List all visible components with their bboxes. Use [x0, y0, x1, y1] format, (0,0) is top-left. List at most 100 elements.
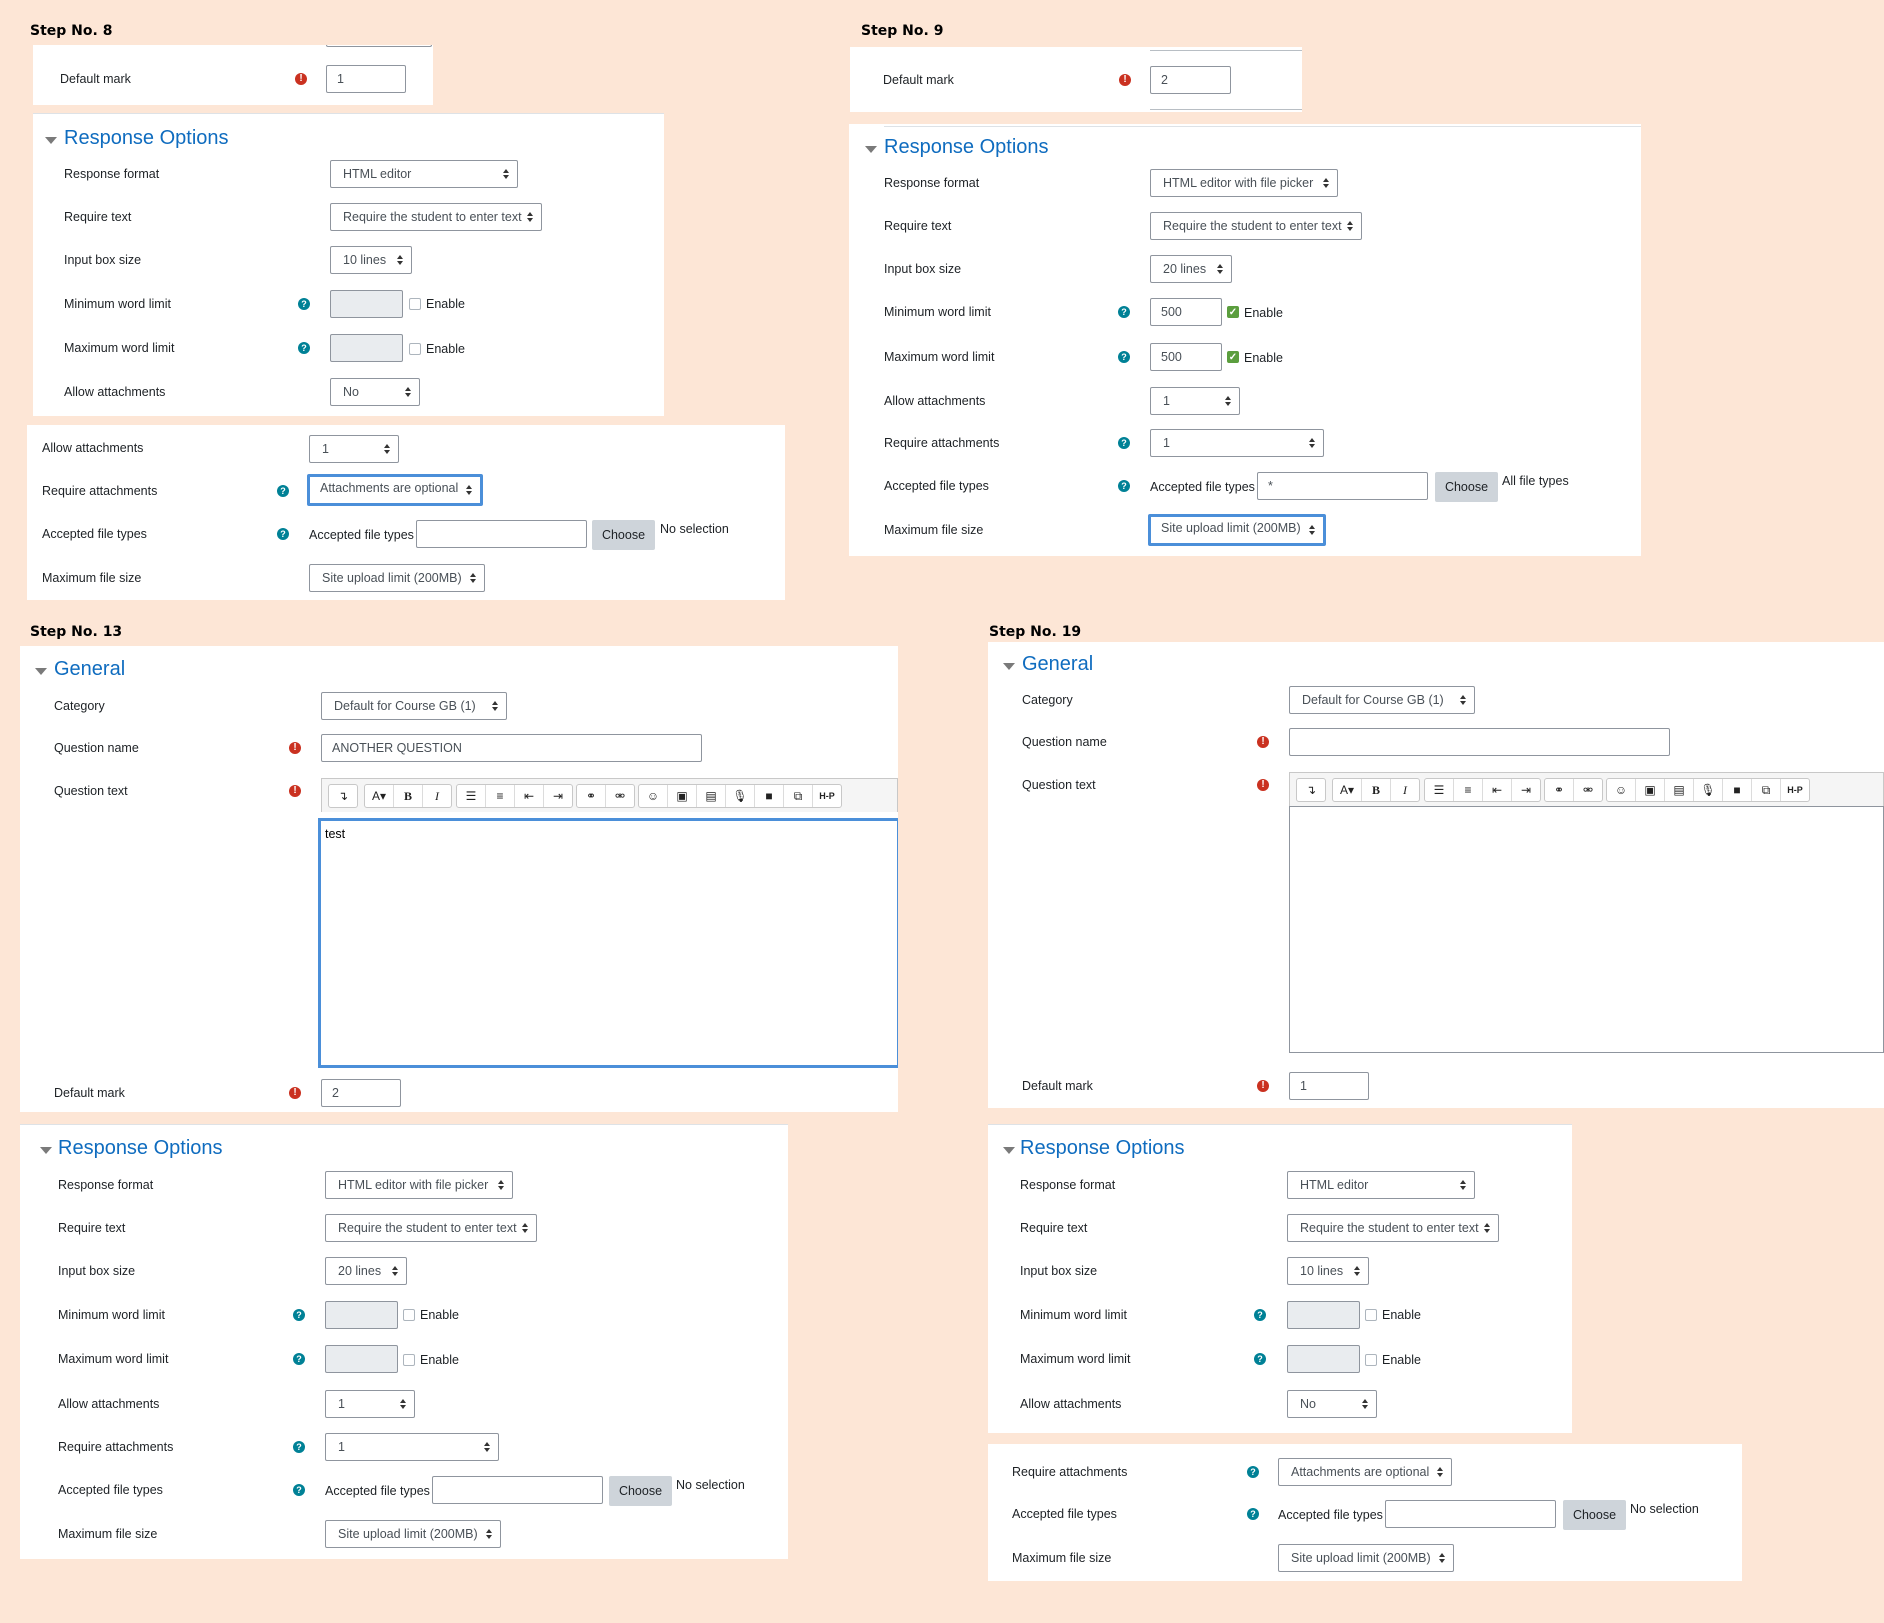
allow-attachments-select[interactable]: 1: [325, 1390, 415, 1418]
bold-icon[interactable]: B: [394, 785, 423, 807]
default-mark-input[interactable]: 2: [321, 1079, 401, 1107]
response-format-select[interactable]: HTML editor: [1287, 1171, 1475, 1199]
collapse-caret-icon[interactable]: [865, 146, 877, 153]
manage-files-icon[interactable]: ⧉: [1752, 779, 1781, 801]
input-box-size-select[interactable]: 20 lines: [1150, 255, 1232, 283]
max-word-enable-checkbox[interactable]: ✓: [1227, 351, 1239, 363]
unordered-list-icon[interactable]: ☰: [1425, 779, 1454, 801]
h5p-icon[interactable]: H-P: [1781, 779, 1809, 801]
allow-attachments-select[interactable]: No: [330, 378, 420, 406]
link-icon[interactable]: ⚭: [577, 785, 606, 807]
help-icon[interactable]: ?: [293, 1484, 305, 1496]
min-word-enable-checkbox[interactable]: [403, 1309, 415, 1321]
manage-files-icon[interactable]: ⧉: [784, 785, 813, 807]
unordered-list-icon[interactable]: ☰: [457, 785, 486, 807]
question-text-editor[interactable]: [1289, 806, 1884, 1053]
require-attachments-select[interactable]: 1: [325, 1433, 499, 1461]
accepted-file-types-input[interactable]: [1385, 1500, 1556, 1528]
min-word-enable-checkbox[interactable]: ✓: [1227, 306, 1239, 318]
general-heading[interactable]: General: [54, 658, 125, 681]
help-icon[interactable]: ?: [293, 1309, 305, 1321]
question-name-input[interactable]: [1289, 728, 1670, 756]
max-word-enable-checkbox[interactable]: [403, 1354, 415, 1366]
indent-icon[interactable]: ⇥: [1512, 779, 1540, 801]
require-text-select[interactable]: Require the student to enter text: [325, 1214, 537, 1242]
font-style-icon[interactable]: A▾: [1333, 779, 1362, 801]
italic-icon[interactable]: I: [423, 785, 451, 807]
question-name-input[interactable]: ANOTHER QUESTION: [321, 734, 702, 762]
accepted-file-types-input[interactable]: [432, 1476, 603, 1504]
maximum-file-size-select[interactable]: Site upload limit (200MB): [1148, 514, 1326, 546]
question-text-editor[interactable]: test: [318, 818, 898, 1068]
emoji-icon[interactable]: ☺: [639, 785, 668, 807]
italic-icon[interactable]: I: [1391, 779, 1419, 801]
help-icon[interactable]: ?: [1118, 306, 1130, 318]
choose-button[interactable]: Choose: [592, 520, 655, 550]
collapse-caret-icon[interactable]: [1003, 1147, 1015, 1154]
help-icon[interactable]: ?: [298, 298, 310, 310]
response-format-select[interactable]: HTML editor with file picker: [1150, 169, 1338, 197]
help-icon[interactable]: ?: [1118, 480, 1130, 492]
image-icon[interactable]: ▣: [1636, 779, 1665, 801]
default-mark-input[interactable]: 1: [1289, 1072, 1369, 1100]
h5p-icon[interactable]: H-P: [813, 785, 841, 807]
help-icon[interactable]: ?: [1254, 1353, 1266, 1365]
collapse-caret-icon[interactable]: [40, 1147, 52, 1154]
input-box-size-select[interactable]: 10 lines: [330, 246, 412, 274]
outdent-icon[interactable]: ⇤: [515, 785, 544, 807]
video-icon[interactable]: ■: [1723, 779, 1752, 801]
link-icon[interactable]: ⚭: [1545, 779, 1574, 801]
help-icon[interactable]: ?: [1247, 1508, 1259, 1520]
help-icon[interactable]: ?: [1118, 351, 1130, 363]
require-attachments-select[interactable]: 1: [1150, 429, 1324, 457]
help-icon[interactable]: ?: [277, 528, 289, 540]
max-word-limit-input[interactable]: 500: [1150, 343, 1222, 371]
general-heading[interactable]: General: [1022, 653, 1093, 676]
min-word-enable-checkbox[interactable]: [1365, 1309, 1377, 1321]
min-word-enable-checkbox[interactable]: [409, 298, 421, 310]
min-word-limit-input[interactable]: 500: [1150, 298, 1222, 326]
media-icon[interactable]: ▤: [697, 785, 726, 807]
input-box-size-select[interactable]: 20 lines: [325, 1257, 407, 1285]
collapse-toolbar-icon[interactable]: ↴: [329, 785, 357, 807]
collapse-caret-icon[interactable]: [45, 137, 57, 144]
allow-attachments-select[interactable]: 1: [1150, 387, 1240, 415]
require-attachments-select[interactable]: Attachments are optional: [307, 474, 483, 506]
indent-icon[interactable]: ⇥: [544, 785, 572, 807]
default-mark-input[interactable]: 1: [326, 65, 406, 93]
response-options-heading[interactable]: Response Options: [884, 136, 1049, 159]
category-select[interactable]: Default for Course GB (1): [321, 692, 507, 720]
accepted-file-types-input[interactable]: [416, 520, 587, 548]
outdent-icon[interactable]: ⇤: [1483, 779, 1512, 801]
require-text-select[interactable]: Require the student to enter text: [1150, 212, 1362, 240]
bold-icon[interactable]: B: [1362, 779, 1391, 801]
emoji-icon[interactable]: ☺: [1607, 779, 1636, 801]
response-options-heading[interactable]: Response Options: [58, 1137, 223, 1160]
help-icon[interactable]: ?: [298, 342, 310, 354]
allow-attachments-select[interactable]: 1: [309, 435, 399, 463]
unlink-icon[interactable]: ⚮: [606, 785, 634, 807]
help-icon[interactable]: ?: [293, 1441, 305, 1453]
input-box-size-select[interactable]: 10 lines: [1287, 1257, 1369, 1285]
require-text-select[interactable]: Require the student to enter text: [330, 203, 542, 231]
unlink-icon[interactable]: ⚮: [1574, 779, 1602, 801]
ordered-list-icon[interactable]: ≡: [486, 785, 515, 807]
collapse-toolbar-icon[interactable]: ↴: [1297, 779, 1325, 801]
font-style-icon[interactable]: A▾: [365, 785, 394, 807]
help-icon[interactable]: ?: [1254, 1309, 1266, 1321]
ordered-list-icon[interactable]: ≡: [1454, 779, 1483, 801]
category-select[interactable]: Default for Course GB (1): [1289, 686, 1475, 714]
allow-attachments-select[interactable]: No: [1287, 1390, 1377, 1418]
help-icon[interactable]: ?: [1247, 1466, 1259, 1478]
choose-button[interactable]: Choose: [609, 1476, 672, 1506]
help-icon[interactable]: ?: [277, 485, 289, 497]
video-icon[interactable]: ■: [755, 785, 784, 807]
maximum-file-size-select[interactable]: Site upload limit (200MB): [309, 564, 485, 592]
collapse-caret-icon[interactable]: [1003, 663, 1015, 670]
media-icon[interactable]: ▤: [1665, 779, 1694, 801]
help-icon[interactable]: ?: [1118, 437, 1130, 449]
collapse-caret-icon[interactable]: [35, 668, 47, 675]
max-word-enable-checkbox[interactable]: [409, 343, 421, 355]
response-options-heading[interactable]: Response Options: [64, 127, 229, 150]
image-icon[interactable]: ▣: [668, 785, 697, 807]
